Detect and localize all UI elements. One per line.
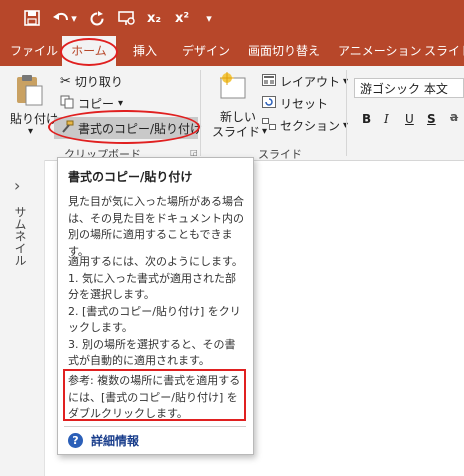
section-label: セクション <box>280 119 341 133</box>
new-slide-button[interactable]: スライド ▾ <box>212 123 267 140</box>
copy-button[interactable]: コピー ▾ <box>60 95 123 112</box>
thumbnail-pane: › サムネイル <box>0 160 45 476</box>
redo-icon[interactable] <box>86 6 108 30</box>
section-icon <box>262 118 276 133</box>
font-name-input[interactable]: 游ゴシック 本文 <box>354 78 464 98</box>
paste-dropdown-icon[interactable]: ▾ <box>28 126 33 137</box>
new-slide-label-2: スライド <box>212 125 261 139</box>
format-painter-label: 書式のコピー/貼り付け <box>78 121 203 136</box>
layout-label: レイアウト <box>280 75 341 89</box>
clipboard-launcher-icon[interactable]: ◲ <box>190 148 198 157</box>
scissors-icon: ✂ <box>60 74 71 89</box>
tooltip-title: 書式のコピー/貼り付け <box>68 170 193 184</box>
bold-button[interactable]: B <box>362 112 371 126</box>
more-info-link[interactable]: ? 詳細情報 <box>68 432 139 449</box>
tooltip-separator <box>64 426 246 427</box>
ribbon: 貼り付け ▾ ✂ 切り取り コピー ▾ 書式のコピー/貼り付け クリップボード … <box>0 66 464 161</box>
group-label-slides: スライド <box>258 148 302 161</box>
save-icon[interactable] <box>20 6 44 30</box>
tab-insert[interactable]: 挿入 <box>133 36 157 66</box>
help-icon: ? <box>68 433 83 448</box>
tooltip-steps: 適用するには、次のようにします。 1. 気に入った書式が適用された部分を選択しま… <box>68 255 243 367</box>
section-button[interactable]: セクション ▾ <box>262 117 348 134</box>
paste-button[interactable]: 貼り付け <box>10 110 58 127</box>
copy-label: コピー <box>78 97 115 111</box>
italic-button[interactable]: I <box>384 112 389 126</box>
format-painter-button[interactable]: 書式のコピー/貼り付け <box>54 117 202 139</box>
tooltip-note: 参考: 複数の場所に書式を適用するには、[書式のコピー/貼り付け] をダブルクリ… <box>68 374 241 420</box>
more-info-label: 詳細情報 <box>91 434 140 448</box>
tab-file[interactable]: ファイル <box>10 36 58 66</box>
separator <box>346 70 347 156</box>
paste-icon[interactable] <box>14 74 44 106</box>
tab-transitions[interactable]: 画面切り替え <box>248 36 320 66</box>
reset-label: リセット <box>280 97 329 111</box>
paintbrush-icon <box>60 120 74 137</box>
format-painter-tooltip: 書式のコピー/貼り付け 見た目が気に入った場所がある場合は、その見た目をドキュメ… <box>57 157 254 455</box>
quick-access-toolbar: ▾ x₂ x² ▾ <box>0 0 464 36</box>
undo-icon[interactable]: ▾ <box>52 6 78 30</box>
reset-button[interactable]: リセット <box>262 95 328 112</box>
tooltip-description: 見た目が気に入った場所がある場合は、その見た目をドキュメント内の別の場所に適用す… <box>68 195 244 258</box>
separator <box>200 70 201 156</box>
copy-dropdown-icon: ▾ <box>118 98 124 109</box>
present-icon[interactable] <box>116 6 138 30</box>
superscript-button[interactable]: x² <box>172 6 192 30</box>
strikethrough-button[interactable]: S <box>427 112 436 126</box>
reset-icon <box>262 96 276 111</box>
tab-slideshow[interactable]: スライド <box>424 36 464 66</box>
expand-pane-icon[interactable]: › <box>14 176 20 195</box>
layout-button[interactable]: レイアウト ▾ <box>262 73 348 90</box>
customize-qat-icon[interactable]: ▾ <box>202 6 216 30</box>
text-shadow-button[interactable]: a <box>450 110 458 124</box>
ribbon-tabs: ファイル ホーム 挿入 デザイン 画面切り替え アニメーション スライド <box>0 36 464 66</box>
thumbnails-label[interactable]: サムネイル <box>12 206 29 266</box>
layout-icon <box>262 74 276 89</box>
cut-label: 切り取り <box>74 75 123 89</box>
cut-button[interactable]: ✂ 切り取り <box>60 73 123 90</box>
tab-home[interactable]: ホーム <box>62 36 116 66</box>
tab-animations[interactable]: アニメーション <box>338 36 422 66</box>
underline-button[interactable]: U <box>405 112 414 126</box>
copy-icon <box>60 95 74 112</box>
subscript-button[interactable]: x₂ <box>144 6 164 30</box>
new-slide-icon[interactable] <box>218 71 248 102</box>
tab-design[interactable]: デザイン <box>182 36 230 66</box>
